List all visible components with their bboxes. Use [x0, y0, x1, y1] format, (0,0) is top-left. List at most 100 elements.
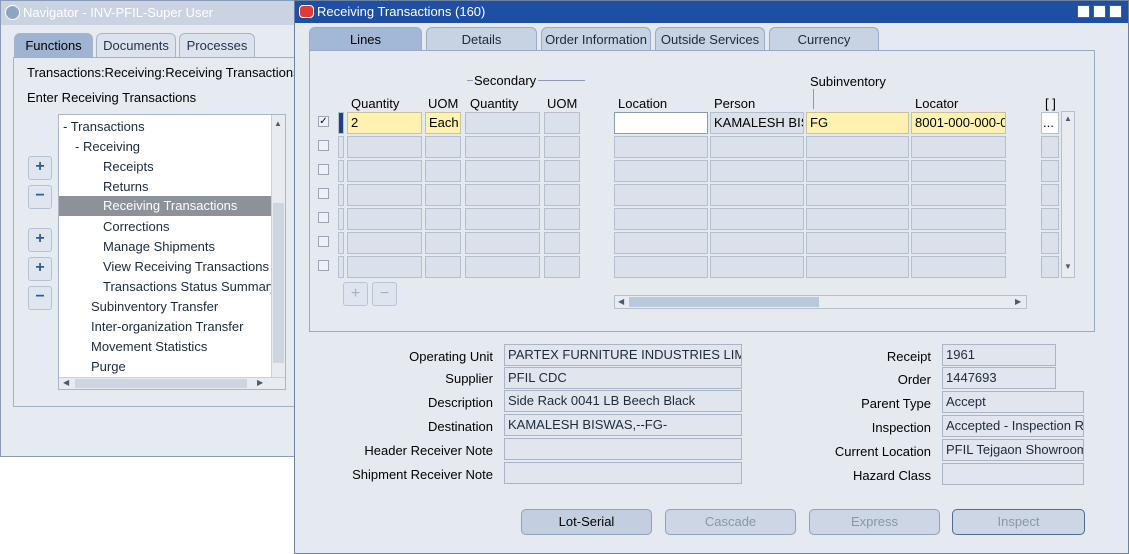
- row-select-checkbox[interactable]: [318, 260, 329, 271]
- tree-vertical-scrollbar[interactable]: ▲: [271, 115, 285, 377]
- tree-item-returns[interactable]: Returns: [103, 177, 149, 197]
- location-field[interactable]: [614, 112, 708, 134]
- tab-documents[interactable]: Documents: [96, 33, 176, 58]
- uom-field[interactable]: [425, 208, 461, 230]
- row-select-checkbox[interactable]: [318, 188, 329, 199]
- locator-field[interactable]: [911, 256, 1006, 278]
- uom-field[interactable]: [425, 184, 461, 206]
- lines-vertical-scrollbar[interactable]: ▲ ▼: [1061, 111, 1075, 278]
- person-field[interactable]: [710, 136, 804, 158]
- scroll-right-icon[interactable]: ▶: [257, 378, 263, 387]
- uom-field[interactable]: [425, 232, 461, 254]
- tree-item-transactions-status-summary[interactable]: Transactions Status Summary: [103, 277, 277, 297]
- lines-horizontal-scrollbar[interactable]: ◀ ▶: [614, 295, 1027, 309]
- receipt-field[interactable]: 1961: [942, 344, 1056, 366]
- secondary-quantity-field[interactable]: [465, 232, 540, 254]
- subinventory-field[interactable]: [806, 256, 909, 278]
- subinventory-field[interactable]: [806, 232, 909, 254]
- supplier-field[interactable]: PFIL CDC: [504, 367, 742, 389]
- secondary-uom-field[interactable]: [544, 136, 580, 158]
- uom-field[interactable]: [425, 136, 461, 158]
- tree-item-transactions[interactable]: - Transactions: [63, 117, 145, 137]
- secondary-uom-field[interactable]: [544, 208, 580, 230]
- cascade-button[interactable]: Cascade: [665, 509, 796, 535]
- secondary-quantity-field[interactable]: [465, 256, 540, 278]
- navigator-titlebar[interactable]: Navigator - INV-PFIL-Super User: [1, 1, 299, 25]
- tree-item-purge[interactable]: Purge: [91, 357, 126, 377]
- tab-outside-services[interactable]: Outside Services: [655, 27, 765, 51]
- locator-field[interactable]: [911, 208, 1006, 230]
- row-indicator[interactable]: [338, 208, 344, 230]
- scroll-up-icon[interactable]: ▲: [274, 119, 282, 128]
- order-field[interactable]: 1447693: [942, 367, 1056, 389]
- tree-item-inter-organization-transfer[interactable]: Inter-organization Transfer: [91, 317, 243, 337]
- quantity-field[interactable]: [347, 232, 422, 254]
- location-field[interactable]: [614, 160, 708, 182]
- flexfield-field[interactable]: [1041, 184, 1059, 206]
- row-select-checkbox[interactable]: [318, 164, 329, 175]
- subinventory-field[interactable]: [806, 208, 909, 230]
- quantity-field[interactable]: [347, 136, 422, 158]
- tab-order-information[interactable]: Order Information: [541, 27, 651, 51]
- person-field[interactable]: [710, 256, 804, 278]
- location-field[interactable]: [614, 256, 708, 278]
- tree-item-subinventory-transfer[interactable]: Subinventory Transfer: [91, 297, 218, 317]
- row-indicator[interactable]: [338, 160, 344, 182]
- tree-item-movement-statistics[interactable]: Movement Statistics: [91, 337, 207, 357]
- inspect-button[interactable]: Inspect: [952, 509, 1085, 535]
- flexfield-field[interactable]: [1041, 160, 1059, 182]
- secondary-quantity-field[interactable]: [465, 112, 540, 134]
- secondary-quantity-field[interactable]: [465, 184, 540, 206]
- location-field[interactable]: [614, 136, 708, 158]
- close-icon[interactable]: [1109, 5, 1122, 18]
- tree-scroll-thumb[interactable]: [273, 203, 284, 363]
- description-field[interactable]: Side Rack 0041 LB Beech Black: [504, 390, 742, 412]
- person-field[interactable]: [710, 184, 804, 206]
- tree-item-receiving-transactions[interactable]: Receiving Transactions: [59, 196, 271, 216]
- subinventory-field[interactable]: [806, 136, 909, 158]
- uom-field[interactable]: Each: [425, 112, 461, 134]
- expand-icon[interactable]: +: [28, 156, 52, 180]
- person-field[interactable]: KAMALESH BISWAS: [710, 112, 804, 134]
- tree-horizontal-scrollbar[interactable]: ◀ ▶: [59, 377, 285, 389]
- operating-unit-field[interactable]: PARTEX FURNITURE INDUSTRIES LIMITED: [504, 344, 742, 366]
- locator-field[interactable]: [911, 136, 1006, 158]
- secondary-uom-field[interactable]: [544, 232, 580, 254]
- row-select-checkbox[interactable]: [318, 140, 329, 151]
- person-field[interactable]: [710, 232, 804, 254]
- flexfield-field[interactable]: [1041, 208, 1059, 230]
- locator-field[interactable]: [911, 232, 1006, 254]
- secondary-quantity-field[interactable]: [465, 136, 540, 158]
- location-field[interactable]: [614, 184, 708, 206]
- secondary-uom-field[interactable]: [544, 256, 580, 278]
- tree-item-view-receiving-transactions[interactable]: View Receiving Transactions: [103, 257, 269, 277]
- express-button[interactable]: Express: [809, 509, 940, 535]
- destination-field[interactable]: KAMALESH BISWAS,--FG-: [504, 414, 742, 436]
- flexfield-field[interactable]: [1041, 136, 1059, 158]
- secondary-quantity-field[interactable]: [465, 208, 540, 230]
- tab-details[interactable]: Details: [426, 27, 537, 51]
- tree-item-corrections[interactable]: Corrections: [103, 217, 169, 237]
- uom-field[interactable]: [425, 256, 461, 278]
- locator-field[interactable]: [911, 160, 1006, 182]
- secondary-uom-field[interactable]: [544, 184, 580, 206]
- tab-lines[interactable]: Lines: [309, 27, 422, 51]
- row-select-checkbox[interactable]: ✓: [318, 116, 329, 127]
- tree-item-manage-shipments[interactable]: Manage Shipments: [103, 237, 215, 257]
- add-row-icon[interactable]: +: [343, 282, 368, 306]
- tree-hscroll-thumb[interactable]: [75, 379, 247, 388]
- scroll-left-icon[interactable]: ◀: [618, 297, 624, 306]
- locator-field[interactable]: 8001-000-000-000: [911, 112, 1006, 134]
- tab-currency[interactable]: Currency: [769, 27, 879, 51]
- current-row-indicator[interactable]: [338, 112, 344, 134]
- receiving-titlebar[interactable]: Receiving Transactions (160): [295, 1, 1128, 23]
- quantity-field[interactable]: [347, 160, 422, 182]
- current-location-field[interactable]: PFIL Tejgaon Showroom: [942, 439, 1084, 461]
- row-select-checkbox[interactable]: [318, 236, 329, 247]
- flexfield-button[interactable]: ...: [1041, 112, 1059, 134]
- scroll-right-icon[interactable]: ▶: [1015, 297, 1021, 306]
- secondary-uom-field[interactable]: [544, 160, 580, 182]
- tree-item-receipts[interactable]: Receipts: [103, 157, 154, 177]
- lot-serial-button[interactable]: Lot-Serial: [521, 509, 652, 535]
- parent-type-field[interactable]: Accept: [942, 391, 1084, 413]
